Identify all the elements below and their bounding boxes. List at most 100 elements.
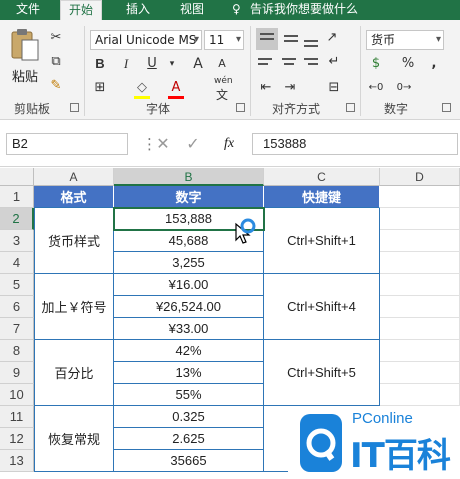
chevron-down-icon[interactable]: ▾ [162,54,182,74]
clipboard-launcher-icon[interactable] [70,103,79,112]
comma-style-button[interactable]: , [424,54,444,74]
decrease-indent-icon[interactable]: ⇤ [256,78,276,98]
shortcut-cell[interactable]: Ctrl+Shift+4 [264,274,380,340]
header-cell-format[interactable]: 格式 [34,186,114,208]
gridline [380,361,460,362]
row-header[interactable]: 8 [0,340,34,362]
group-label-alignment: 对齐方式 [272,102,321,116]
watermark-brand: PConline [352,410,413,427]
lightbulb-icon: ♀ [232,2,241,16]
value-cell[interactable]: ¥26,524.00 [114,296,264,318]
align-line [258,63,268,65]
cut-icon[interactable]: ✂ [46,28,66,48]
row-header[interactable]: 9 [0,362,34,384]
row-header[interactable]: 1 [0,186,34,208]
format-painter-icon[interactable]: ✎ [46,76,66,96]
italic-button[interactable]: I [116,54,136,74]
insert-function-button[interactable]: fx [218,133,240,155]
value-cell[interactable]: 13% [114,362,264,384]
column-header-d[interactable]: D [380,168,460,186]
percent-style-button[interactable]: % [398,54,418,74]
shortcut-cell[interactable]: Ctrl+Shift+5 [264,340,380,406]
font-name-dropdown[interactable]: Arial Unicode MS ▾ [90,30,202,50]
format-label-cell[interactable]: 恢复常规 [34,406,114,472]
column-header-b[interactable]: B [114,168,264,186]
row-header[interactable]: 4 [0,252,34,274]
decrease-decimal-icon[interactable]: 0→ [394,78,414,98]
paste-button[interactable]: 粘贴 [12,66,38,85]
bold-button[interactable]: B [90,54,110,74]
align-left-icon[interactable] [258,58,272,60]
header-cell-shortcut[interactable]: 快捷键 [264,186,380,208]
increase-decimal-icon[interactable]: ←0 [366,78,386,98]
tell-me-search[interactable]: 告诉我你想要做什么 [250,0,358,20]
font-launcher-icon[interactable] [236,103,245,112]
column-header-c[interactable]: C [264,168,380,186]
row-header[interactable]: 10 [0,384,34,406]
formula-input[interactable]: 153888 [252,133,458,155]
value-cell[interactable]: 0.325 [114,406,264,428]
gridline [380,273,460,274]
tab-home[interactable]: 开始 [60,0,103,20]
number-format-value: 货币 [371,33,396,47]
value-cell[interactable]: 42% [114,340,264,362]
column-header-a[interactable]: A [34,168,114,186]
fill-color-swatch [134,96,150,99]
format-label-cell[interactable]: 百分比 [34,340,114,406]
cancel-icon[interactable]: ✕ [152,133,174,155]
value-cell[interactable]: ¥33.00 [114,318,264,340]
phonetic-guide-char[interactable]: 文 [216,86,228,103]
font-shrink-button[interactable]: A [212,54,232,74]
orientation-icon[interactable]: ↗ [322,28,342,48]
wrap-text-icon[interactable]: ↵ [324,52,344,72]
value-cell[interactable]: ¥16.00 [114,274,264,296]
row-header[interactable]: 2 [0,208,34,230]
font-size-value: 11 [209,33,225,47]
name-box[interactable]: B2 [6,133,128,155]
row-header[interactable]: 5 [0,274,34,296]
tab-view[interactable]: 视图 [180,0,204,20]
accounting-format-icon[interactable]: $ [366,54,386,74]
row-header[interactable]: 3 [0,230,34,252]
increase-indent-icon[interactable]: ⇥ [280,78,300,98]
ribbon-home: 粘贴 ✂ ⧉ ✎ 剪贴板 Arial Unicode MS ▾ 11 ▾ B I… [0,20,460,120]
tab-file[interactable]: 文件 [16,0,40,20]
align-line [284,63,294,65]
value-cell[interactable]: 3,255 [114,252,264,274]
copy-icon[interactable]: ⧉ [46,52,66,72]
row-header[interactable]: 7 [0,318,34,340]
row-header[interactable]: 12 [0,428,34,450]
tab-insert[interactable]: 插入 [126,0,150,20]
shortcut-cell[interactable]: Ctrl+Shift+1 [264,208,380,274]
group-divider [250,26,251,116]
header-cell-number[interactable]: 数字 [114,186,264,208]
value-cell[interactable]: 55% [114,384,264,406]
number-launcher-icon[interactable] [442,103,451,112]
align-middle-icon [284,35,298,37]
value-cell[interactable]: 35665 [114,450,264,472]
format-label-cell[interactable]: 货币样式 [34,208,114,274]
select-all-corner[interactable] [0,168,34,186]
value-cell[interactable]: 2.625 [114,428,264,450]
row-header[interactable]: 6 [0,296,34,318]
number-format-dropdown[interactable]: 货币 ▾ [366,30,444,50]
font-name-value: Arial Unicode MS [95,33,197,47]
underline-button[interactable]: U [142,54,162,74]
font-grow-button[interactable]: A [188,54,208,74]
font-color-button[interactable]: A [166,78,186,98]
border-icon[interactable]: ⊞ [90,78,110,98]
format-label-cell[interactable]: 加上￥符号 [34,274,114,340]
align-center-icon[interactable] [282,58,296,60]
merge-center-icon[interactable]: ⊟ [324,78,344,98]
paste-icon[interactable] [8,28,42,62]
group-label-font: 字体 [146,102,171,116]
phonetic-guide-label[interactable]: wén [214,76,233,86]
align-line [308,63,318,65]
alignment-launcher-icon[interactable] [346,103,355,112]
enter-icon[interactable]: ✓ [182,133,204,155]
align-right-icon[interactable] [304,58,318,60]
fill-color-icon[interactable]: ◇ [132,78,152,98]
row-header[interactable]: 13 [0,450,34,472]
row-header[interactable]: 11 [0,406,34,428]
font-size-dropdown[interactable]: 11 ▾ [204,30,244,50]
